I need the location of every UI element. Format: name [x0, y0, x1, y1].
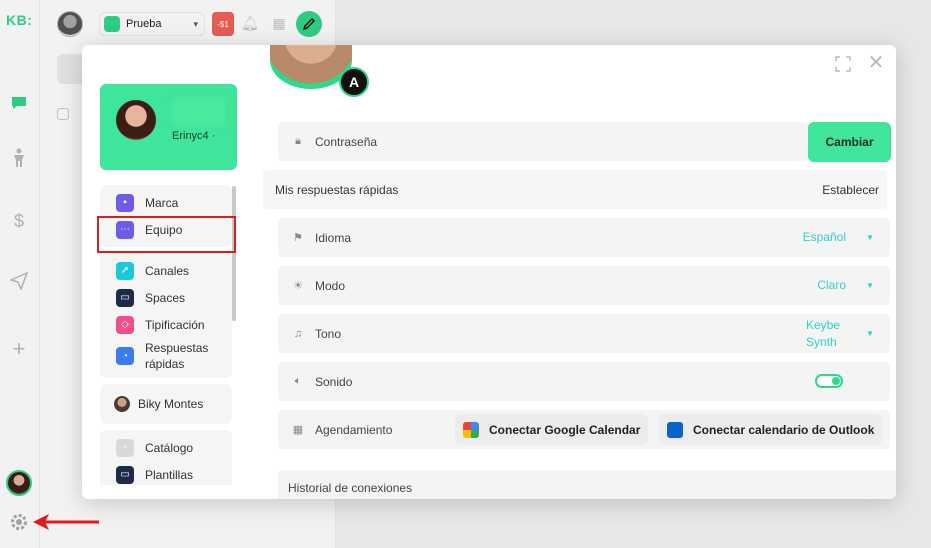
rocket-icon: ➚ — [116, 261, 134, 280]
nav-item-canales[interactable]: ➚ Canales — [100, 257, 232, 284]
connection-history-row[interactable]: Historial de conexiones — [278, 470, 896, 499]
profile-username: Erinyc4 · — [172, 130, 216, 142]
alert-badge[interactable]: -$1 — [212, 12, 234, 36]
workspace-icon — [104, 16, 120, 32]
mode-select[interactable]: Claro — [817, 277, 846, 294]
left-rail: KB: $ + — [0, 0, 40, 548]
calendar-icon[interactable]: ▦ — [270, 14, 288, 32]
sound-row: 🔈︎ Sonido — [278, 362, 890, 401]
expand-icon[interactable] — [834, 55, 852, 73]
edit-icon[interactable] — [296, 11, 322, 37]
select-all-checkbox[interactable] — [57, 108, 69, 120]
profile-badge: A — [339, 67, 369, 97]
speaker-icon: 🔈︎ — [294, 375, 302, 387]
chevron-down-icon[interactable]: ▼ — [866, 281, 874, 290]
flag-icon: ⚑ — [293, 232, 303, 244]
google-calendar-icon — [463, 421, 479, 438]
spaces-icon: ▭ — [116, 288, 134, 307]
chevron-down-icon: ▾ — [193, 18, 198, 29]
chevron-down-icon[interactable]: ▼ — [866, 329, 874, 338]
close-icon[interactable]: ✕ — [866, 53, 886, 73]
nav-item-marca[interactable]: ▪ Marca — [100, 189, 232, 216]
chevron-down-icon[interactable]: ▼ — [866, 233, 874, 242]
agent-avatar[interactable] — [57, 11, 83, 37]
change-password-button[interactable]: Cambiar — [808, 122, 891, 162]
nav-item-catalogo[interactable]: ▫ Catálogo — [100, 434, 232, 461]
password-row: 🔒︎ Contraseña — [278, 122, 808, 161]
arrow-annotation — [33, 514, 99, 530]
gear-icon[interactable] — [8, 511, 30, 533]
profile-card[interactable]: Erinyc4 · — [100, 84, 237, 170]
tone-row: ♫ Tono Keybe Synth ▼ — [278, 314, 890, 353]
scheduling-row: ▦ Agendamiento Conectar Google Calendar … — [278, 410, 890, 449]
mode-row: ☀ Modo Claro ▼ — [278, 266, 890, 305]
nav-item-spaces[interactable]: ▭ Spaces — [100, 284, 232, 311]
template-icon: ▭ — [116, 465, 134, 484]
music-icon: ♫ — [293, 327, 303, 340]
nav-group-brand: ▪ Marca ⋯ Equipo — [100, 185, 232, 247]
nav-group-channels: ➚ Canales ▭ Spaces ◇ Tipificación ◔ Resp… — [100, 253, 232, 378]
settings-nav: ▪ Marca ⋯ Equipo ➚ Canales ▭ Spaces ◇ Ti… — [100, 185, 232, 485]
nav-item-user[interactable]: Biky Montes — [100, 388, 232, 420]
user-avatar[interactable] — [6, 470, 32, 496]
workspace-label: Prueba — [126, 18, 162, 30]
settings-modal: ✕ Erinyc4 · ▪ Marca ⋯ Equipo ➚ Canales ▭… — [82, 45, 896, 499]
team-icon: ⋯ — [116, 220, 134, 239]
workspace-selector[interactable]: Prueba ▾ — [99, 12, 205, 36]
language-row: ⚑ Idioma Español ▼ — [278, 218, 890, 257]
outlook-calendar-button[interactable]: Conectar calendario de Outlook — [659, 414, 883, 445]
nav-group-catalog: ▫ Catálogo ▭ Plantillas — [100, 430, 232, 485]
nav-item-plantillas[interactable]: ▭ Plantillas — [100, 461, 232, 485]
sun-icon: ☀ — [293, 280, 303, 292]
app-logo: KB: — [6, 12, 33, 28]
nav-item-equipo[interactable]: ⋯ Equipo — [100, 216, 232, 243]
dollar-icon[interactable]: $ — [8, 210, 30, 232]
redacted-name — [172, 98, 226, 126]
nav-scrollbar[interactable] — [232, 186, 236, 321]
outlook-icon — [667, 421, 683, 438]
google-calendar-button[interactable]: Conectar Google Calendar — [455, 414, 649, 445]
add-icon[interactable]: + — [8, 336, 30, 361]
set-quick-replies-link[interactable]: Establecer — [822, 183, 879, 197]
calendar-icon: ▦ — [292, 424, 304, 436]
sound-toggle[interactable] — [815, 374, 843, 388]
quick-reply-icon: ◔ — [116, 347, 134, 365]
bell-icon[interactable]: 🔔︎ — [241, 14, 259, 32]
send-icon[interactable] — [8, 270, 30, 292]
catalog-icon: ▫ — [116, 438, 134, 457]
nav-item-tipificacion[interactable]: ◇ Tipificación — [100, 311, 232, 338]
briefcase-icon: ▪ — [116, 193, 134, 212]
person-icon[interactable] — [8, 147, 30, 169]
quick-replies-row: Mis respuestas rápidas Establecer — [263, 170, 887, 209]
chat-icon[interactable] — [8, 92, 30, 114]
toggle-knob — [832, 377, 840, 385]
tag-icon: ◇ — [116, 315, 134, 334]
profile-avatar — [116, 100, 156, 140]
nav-item-respuestas-rapidas[interactable]: ◔ Respuestas rápidas — [100, 338, 232, 374]
lock-icon: 🔒︎ — [295, 135, 301, 147]
tone-select[interactable]: Keybe Synth — [806, 317, 846, 351]
user-mini-avatar — [114, 396, 130, 412]
nav-group-user: Biky Montes — [100, 384, 232, 424]
language-select[interactable]: Español — [803, 229, 846, 246]
